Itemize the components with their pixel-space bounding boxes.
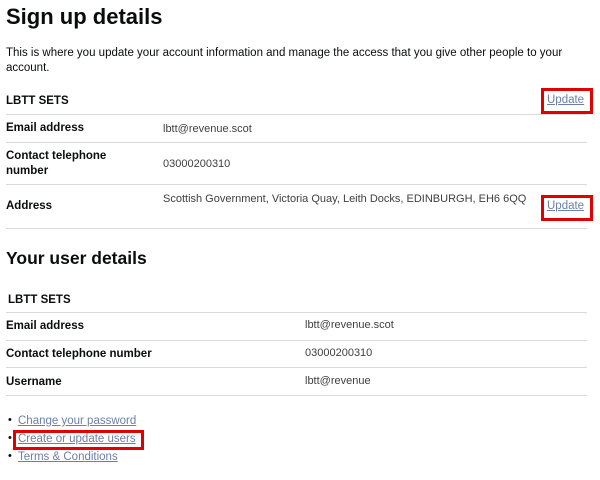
user-phone-value: 03000200310 (305, 347, 373, 359)
divider (6, 312, 587, 313)
highlight-box (541, 88, 593, 114)
divider (6, 184, 587, 185)
divider (6, 142, 587, 143)
signup-section-heading: LBTT SETS (6, 95, 69, 107)
divider (6, 367, 587, 368)
signup-email-label: Email address (6, 122, 84, 134)
user-email-value: lbtt@revenue.scot (305, 319, 394, 331)
bullet-icon: • (8, 414, 12, 426)
bullet-icon: • (8, 450, 12, 462)
intro-text: This is where you update your account in… (6, 47, 563, 74)
user-section-heading: LBTT SETS (8, 294, 71, 306)
divider (6, 114, 587, 115)
signup-phone-label: Contact telephone number (6, 150, 107, 177)
signup-address-label: Address (6, 200, 53, 212)
signup-email-value: lbtt@revenue.scot (163, 123, 252, 135)
signup-phone-value: 03000200310 (163, 158, 231, 170)
user-username-value: lbtt@revenue (305, 375, 371, 387)
user-username-label: Username (6, 376, 62, 388)
terms-conditions-link[interactable]: Terms & Conditions (18, 451, 118, 463)
signup-address-value: Scottish Government, Victoria Quay, Leit… (163, 193, 527, 205)
divider (6, 340, 587, 341)
change-password-link[interactable]: Change your password (18, 415, 136, 427)
user-email-label: Email address (6, 320, 84, 332)
highlight-box (541, 195, 593, 221)
divider (6, 228, 587, 229)
highlight-box (13, 430, 144, 450)
page-title: Sign up details (6, 4, 163, 29)
bullet-icon: • (8, 432, 12, 444)
divider (6, 395, 587, 396)
user-phone-label: Contact telephone number (6, 348, 152, 360)
user-details-title: Your user details (6, 248, 147, 268)
